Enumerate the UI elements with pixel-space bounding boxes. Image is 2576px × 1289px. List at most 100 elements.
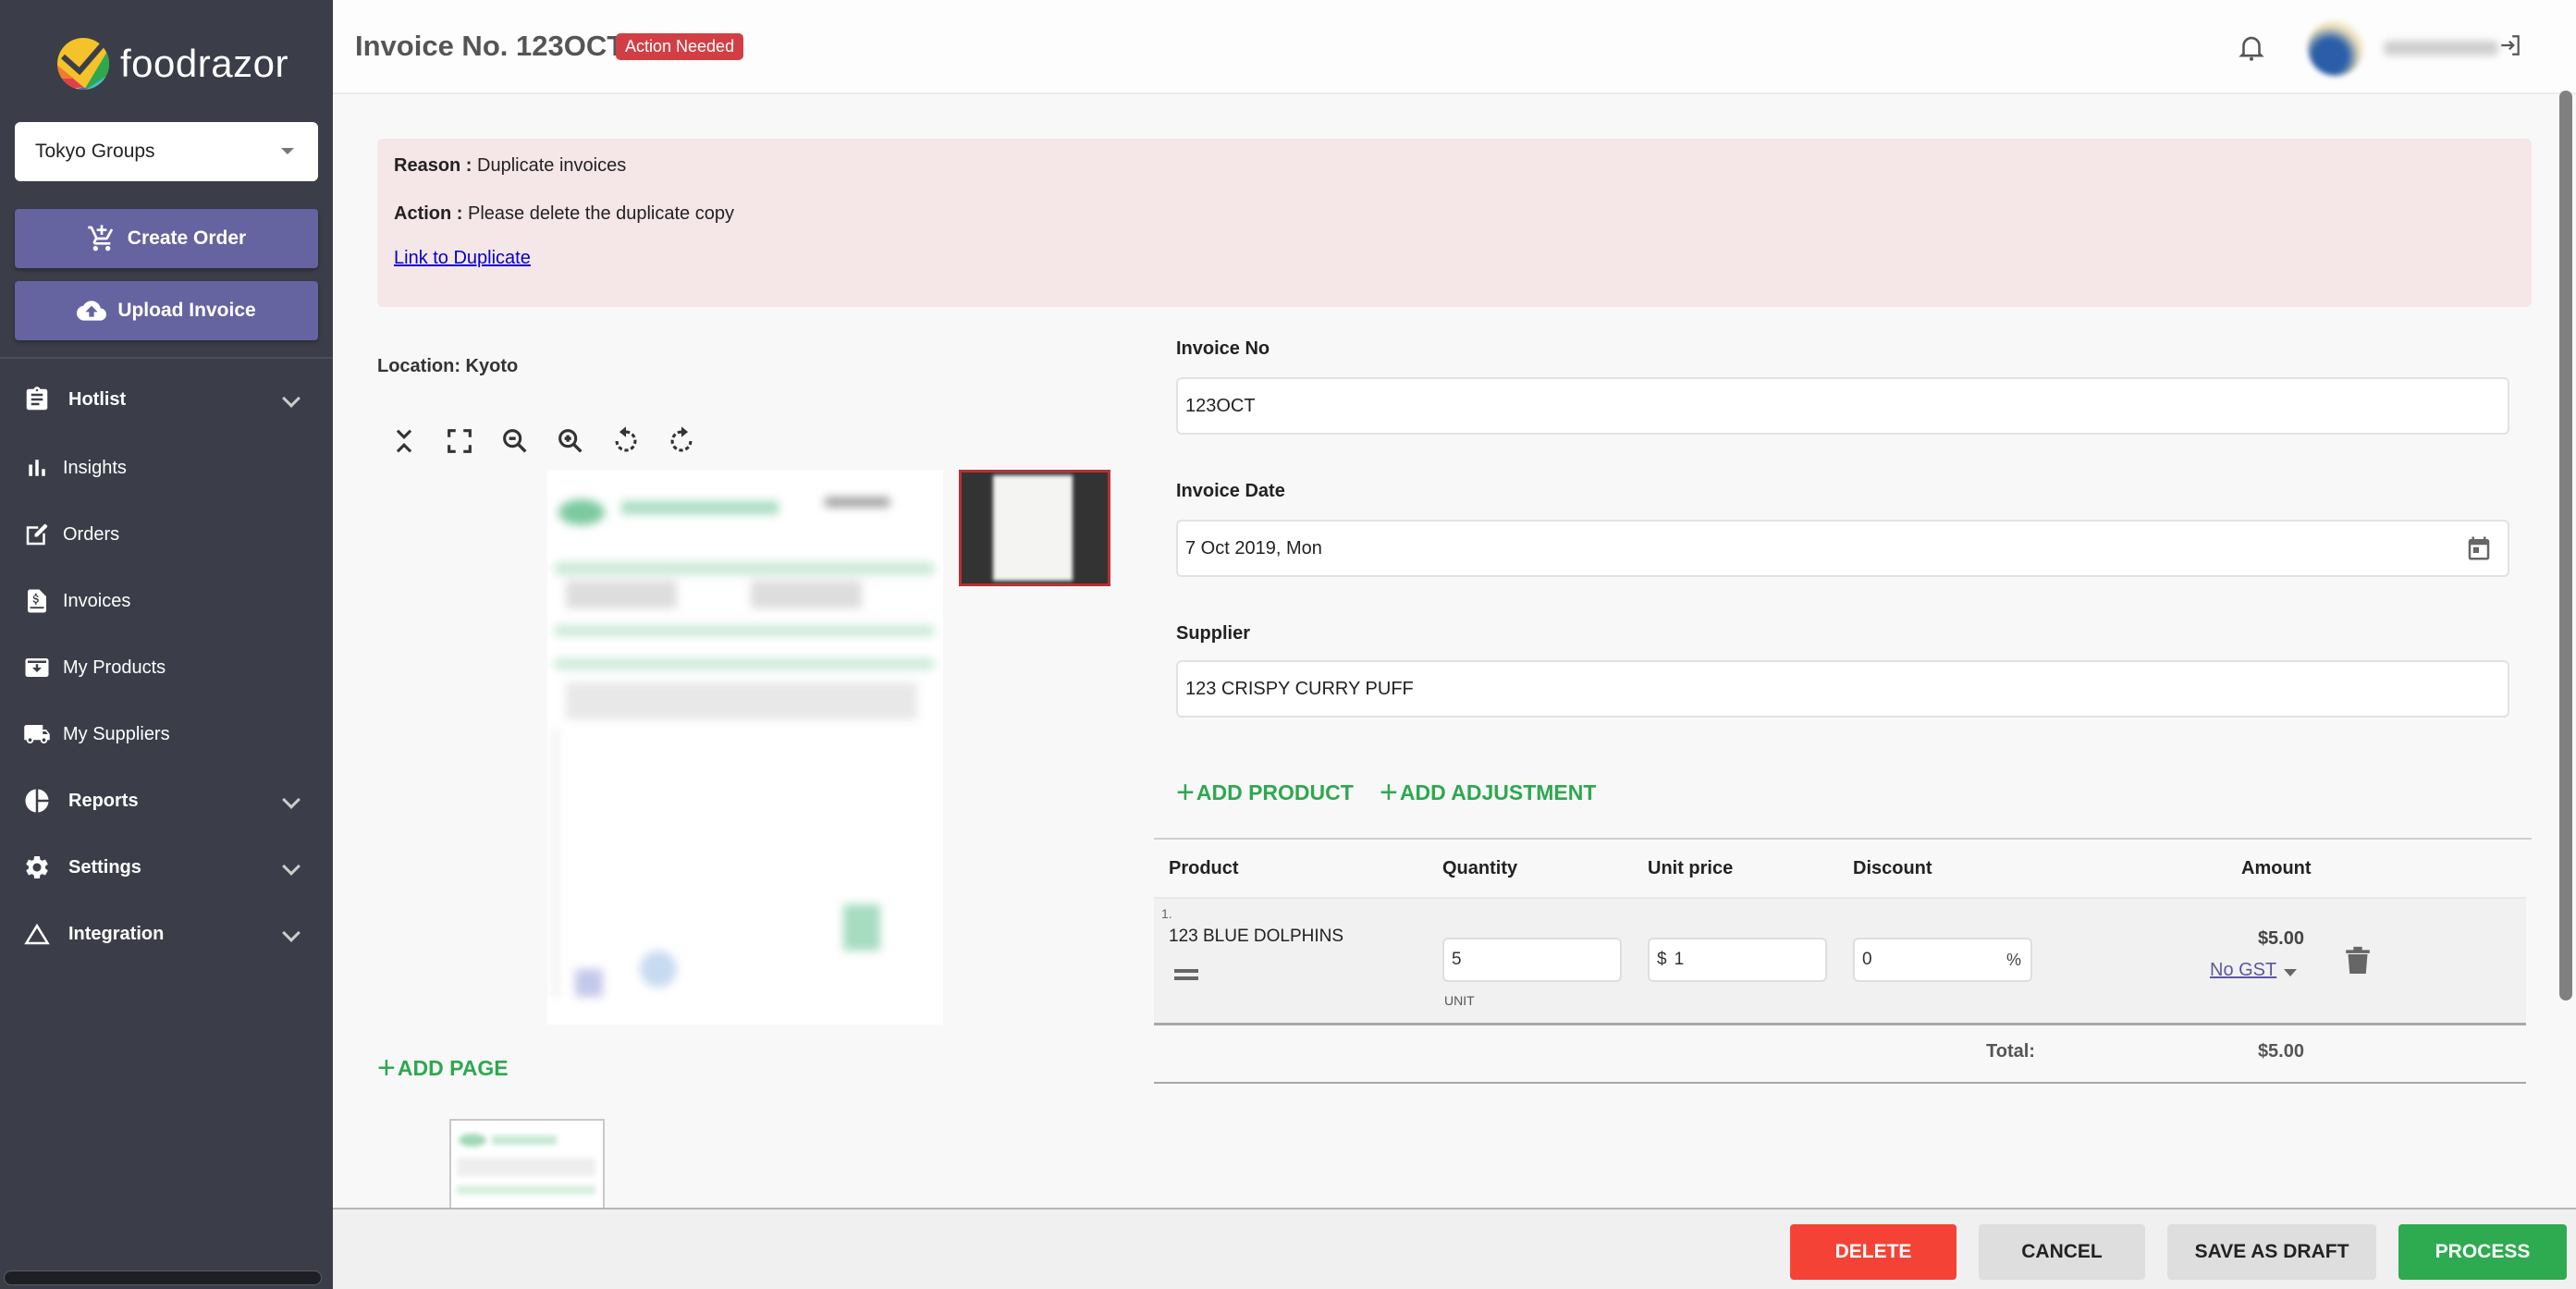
sidebar-item-label: Hotlist [68, 388, 127, 410]
add-page-button[interactable]: + ADD PAGE [377, 1052, 509, 1084]
fullscreen-button[interactable] [444, 425, 475, 457]
chevron-down-icon [282, 791, 301, 809]
trash-icon[interactable] [2345, 945, 2371, 976]
cancel-button[interactable]: CANCEL [1979, 1224, 2145, 1280]
percent-symbol: % [2006, 951, 2021, 969]
supplier-value: 123 CRISPY CURRY PUFF [1185, 678, 1414, 699]
page-thumbnail-active[interactable] [959, 470, 1110, 586]
collapse-button[interactable] [388, 425, 420, 457]
total-label: Total: [1986, 1041, 2035, 1062]
invoice-date-label: Invoice Date [1176, 481, 1285, 501]
sidebar-item-label: My Suppliers [63, 723, 170, 744]
caret-down-icon[interactable] [2284, 969, 2297, 976]
brand-name: foodrazor [120, 42, 288, 85]
sidebar-item-reports[interactable]: Reports [0, 773, 333, 829]
sidebar-scrollbar[interactable] [4, 1271, 322, 1285]
zoom-in-button[interactable] [555, 425, 586, 457]
process-button[interactable]: PROCESS [2398, 1224, 2567, 1280]
status-badge: Action Needed [616, 33, 744, 60]
row-amount: $5.00 [2257, 928, 2304, 949]
invoice-no-value: 123OCT [1185, 395, 1256, 416]
cloud-upload-icon [77, 301, 107, 321]
location-label: Location: Kyoto [377, 356, 519, 376]
quantity-input[interactable]: 5 [1442, 938, 1622, 982]
sidebar-item-label: Orders [63, 523, 120, 545]
pie-chart-icon [22, 786, 52, 816]
drag-handle-icon[interactable] [1174, 969, 1198, 980]
invoice-icon [22, 586, 52, 616]
action-footer: DELETE CANCEL SAVE AS DRAFT PROCESS [333, 1208, 2576, 1289]
sidebar-item-integration[interactable]: Integration [0, 906, 333, 962]
create-order-label: Create Order [127, 227, 247, 249]
brand-logo[interactable]: foodrazor [55, 33, 288, 94]
rotate-right-icon [670, 426, 693, 452]
rotate-right-button[interactable] [666, 425, 697, 457]
product-name: 123 BLUE DOLPHINS [1169, 927, 1344, 946]
row-index: 1. [1161, 906, 1172, 921]
add-adjustment-button[interactable]: + ADD ADJUSTMENT [1380, 777, 1596, 808]
upload-invoice-button[interactable]: Upload Invoice [15, 281, 318, 340]
viewer-toolbar [388, 425, 721, 457]
top-header: Invoice No. 123OCT Action Needed [333, 0, 2576, 94]
truck-icon [22, 719, 52, 749]
link-to-duplicate[interactable]: Link to Duplicate [394, 248, 531, 269]
discount-input[interactable]: 0 % [1853, 938, 2032, 982]
sidebar-item-label: Integration [68, 923, 165, 944]
column-header-discount: Discount [1853, 858, 1932, 878]
table-row [1154, 897, 2526, 1025]
invoice-date-value: 7 Oct 2019, Mon [1185, 537, 1322, 559]
sidebar-item-label: Insights [63, 457, 127, 478]
unit-label: UNIT [1444, 993, 1475, 1008]
sidebar: foodrazor Tokyo Groups Create Order Uplo… [0, 0, 333, 1289]
sidebar-item-invoices[interactable]: Invoices [0, 573, 333, 629]
rotate-left-icon [615, 426, 637, 452]
table-top-border [1154, 838, 2532, 840]
username[interactable] [2384, 41, 2498, 55]
cart-plus-icon [88, 225, 114, 252]
unit-price-input[interactable]: $ 1 [1648, 938, 1827, 982]
plus-icon: + [377, 1050, 396, 1086]
save-as-draft-button[interactable]: SAVE AS DRAFT [2167, 1224, 2376, 1280]
create-order-button[interactable]: Create Order [15, 209, 318, 268]
invoice-no-input[interactable]: 123OCT [1176, 377, 2509, 435]
sidebar-item-orders[interactable]: Orders [0, 507, 333, 562]
sidebar-item-label: My Products [63, 657, 166, 678]
sidebar-item-label: Invoices [63, 590, 131, 611]
sidebar-item-my-suppliers[interactable]: My Suppliers [0, 706, 333, 762]
page-title: Invoice No. 123OCT [355, 30, 625, 62]
zoom-in-icon [558, 429, 583, 453]
tax-select[interactable]: No GST [2210, 960, 2276, 981]
main-scrollbar[interactable] [2559, 91, 2572, 1001]
alert-reason: Reason : Duplicate invoices [394, 155, 626, 177]
quantity-value: 5 [1452, 950, 1462, 969]
page-thumbnail-image [451, 1121, 603, 1209]
organization-select-value: Tokyo Groups [35, 141, 155, 162]
invoice-image-preview[interactable] [547, 470, 943, 1025]
invoice-no-label: Invoice No [1176, 338, 1270, 359]
sidebar-divider [0, 357, 333, 359]
rotate-left-button[interactable] [610, 425, 642, 457]
invoice-date-input[interactable]: 7 Oct 2019, Mon [1176, 520, 2509, 577]
zoom-out-button[interactable] [499, 425, 531, 457]
supplier-input[interactable]: 123 CRISPY CURRY PUFF [1176, 660, 2509, 718]
page-thumbnail-image [993, 475, 1073, 581]
sidebar-item-label: Reports [68, 790, 139, 811]
sidebar-item-my-products[interactable]: My Products [0, 640, 333, 695]
avatar[interactable] [2308, 20, 2363, 76]
add-product-button[interactable]: + ADD PRODUCT [1176, 777, 1354, 808]
add-product-label: ADD PRODUCT [1196, 780, 1354, 804]
delete-button[interactable]: DELETE [1790, 1224, 1957, 1280]
bell-icon[interactable] [2236, 31, 2267, 63]
sidebar-item-settings[interactable]: Settings [0, 840, 333, 895]
sidebar-item-insights[interactable]: Insights [0, 440, 333, 496]
organization-select[interactable]: Tokyo Groups [15, 122, 318, 181]
discount-value: 0 [1862, 950, 1872, 969]
sidebar-item-hotlist[interactable]: Hotlist [0, 372, 333, 427]
calendar-icon[interactable] [2465, 534, 2493, 562]
alert-action: Action : Please delete the duplicate cop… [394, 203, 734, 225]
page-thumbnail[interactable] [449, 1119, 605, 1211]
chevron-down-icon [282, 924, 301, 942]
fullscreen-icon [448, 429, 472, 453]
logout-icon[interactable] [2498, 33, 2522, 57]
reason-text: Duplicate invoices [477, 155, 627, 176]
